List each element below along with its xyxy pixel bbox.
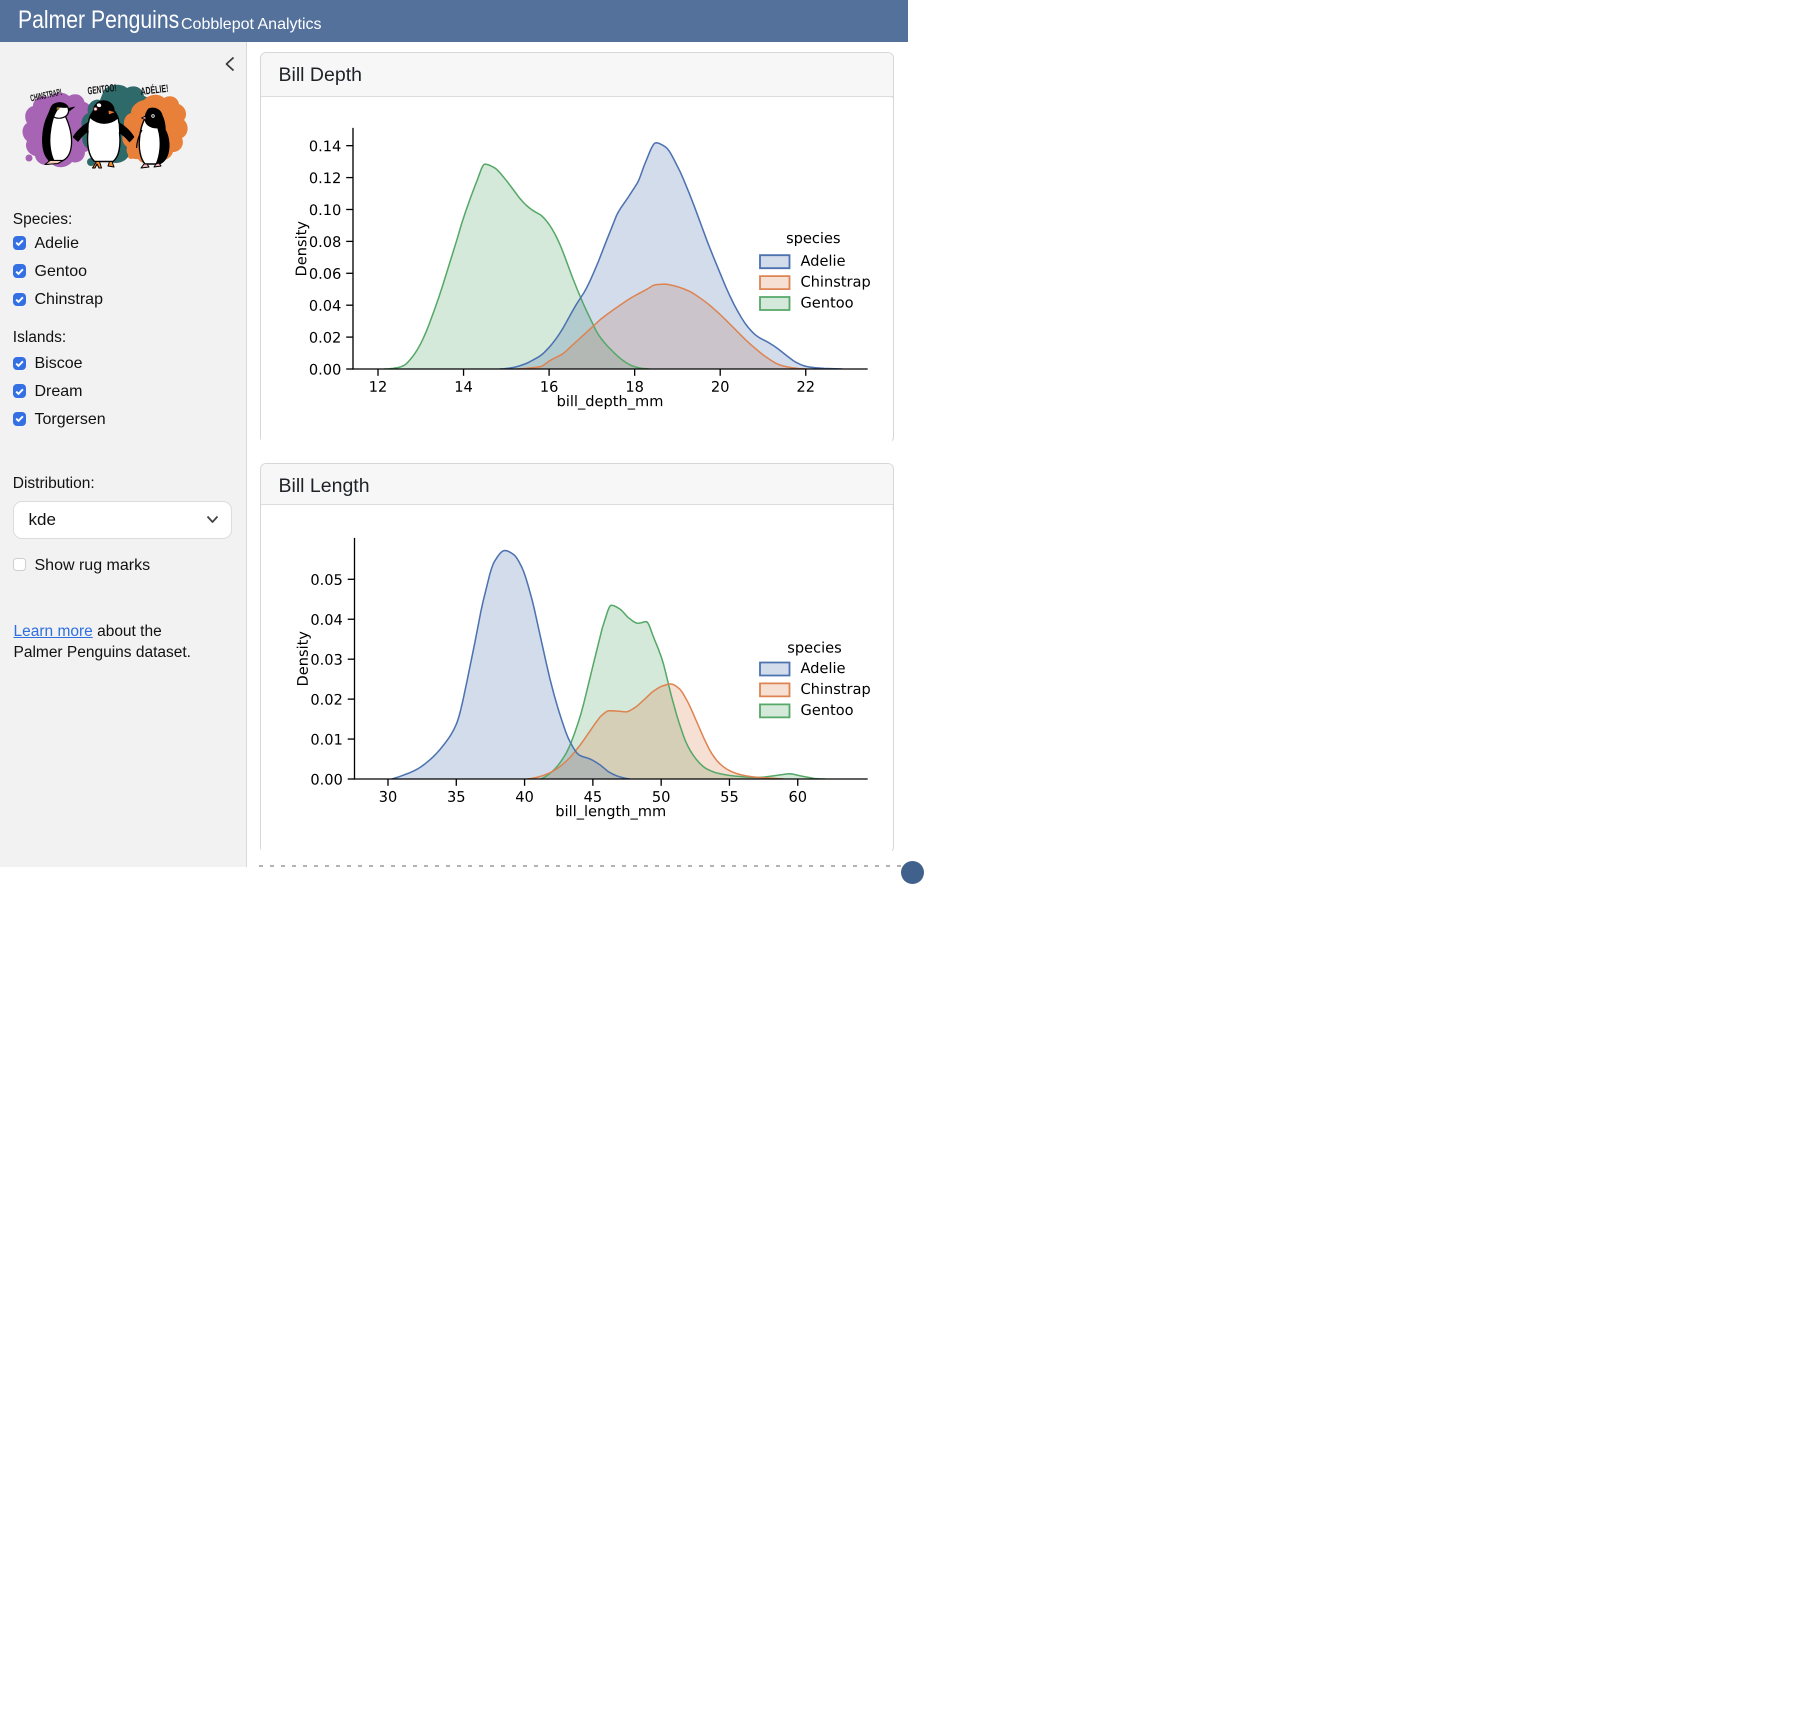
svg-text:ADÉLIE!: ADÉLIE! <box>139 81 168 97</box>
